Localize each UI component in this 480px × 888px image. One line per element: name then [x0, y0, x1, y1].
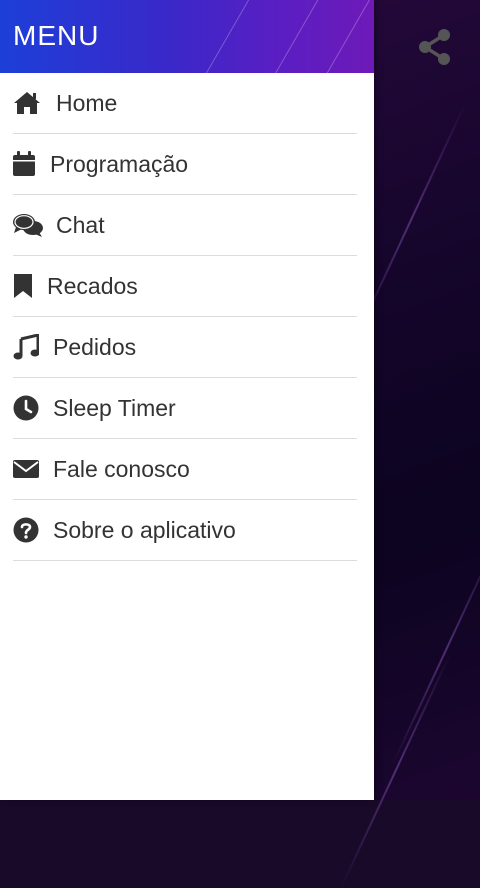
menu-item-label: Sobre o aplicativo — [53, 516, 236, 543]
menu-item-label: Fale conosco — [53, 455, 190, 482]
menu-item-home[interactable]: Home — [13, 73, 357, 134]
chat-icon — [13, 211, 56, 239]
menu-item-programacao[interactable]: Programação — [13, 134, 357, 195]
music-note-icon — [13, 333, 53, 361]
drawer-header: MENU — [0, 0, 374, 73]
menu-item-label: Chat — [56, 211, 105, 238]
share-icon — [419, 29, 450, 65]
calendar-icon — [13, 150, 50, 178]
menu-item-pedidos[interactable]: Pedidos — [13, 317, 357, 378]
menu-item-label: Pedidos — [53, 333, 137, 360]
menu-item-label: Programação — [50, 150, 189, 177]
menu-item-label: Home — [56, 89, 118, 116]
menu-item-chat[interactable]: Chat — [13, 195, 357, 256]
home-icon — [13, 89, 56, 117]
bookmark-icon — [13, 272, 47, 300]
menu-item-recados[interactable]: Recados — [13, 256, 357, 317]
drawer-menu: Home Programação Chat Recados Pedidos Sl… — [0, 73, 374, 561]
clock-icon — [13, 394, 53, 422]
menu-item-label: Recados — [47, 272, 138, 299]
menu-item-sobre[interactable]: Sobre o aplicativo — [13, 500, 357, 561]
envelope-icon — [13, 455, 53, 483]
menu-item-label: Sleep Timer — [53, 394, 176, 421]
menu-item-fale-conosco[interactable]: Fale conosco — [13, 439, 357, 500]
drawer-title: MENU — [13, 20, 100, 51]
menu-item-sleep-timer[interactable]: Sleep Timer — [13, 378, 357, 439]
question-circle-icon — [13, 516, 53, 544]
navigation-drawer: MENU Home Programação Chat Recados Pedid… — [0, 0, 374, 800]
share-button[interactable] — [414, 26, 456, 68]
